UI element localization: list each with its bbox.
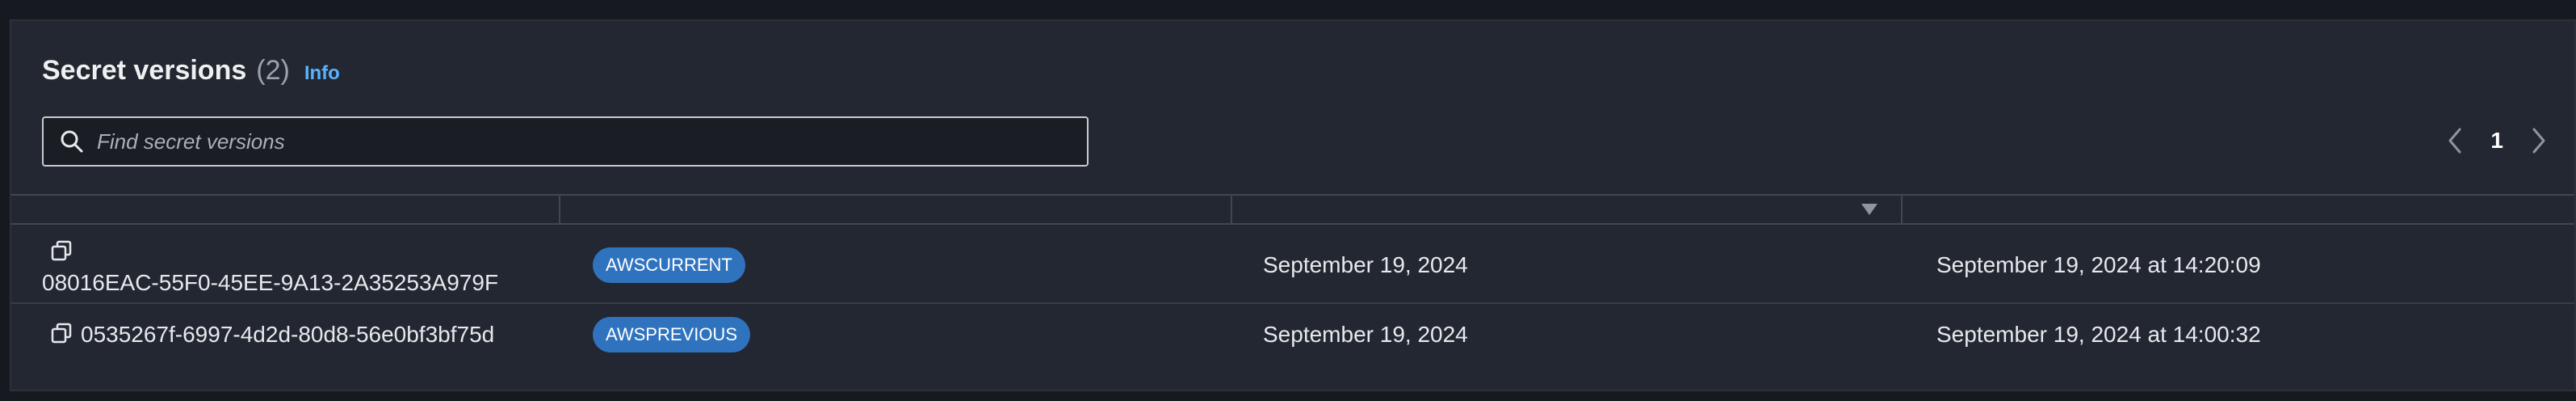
last-accessed: September 19, 2024 at 14:20:09 bbox=[1936, 252, 2261, 277]
column-divider[interactable] bbox=[1231, 196, 1232, 225]
table-row: 08016EAC-55F0-45EE-9A13-2A35253A979F AWS… bbox=[11, 225, 2574, 304]
secret-versions-panel: Secret versions (2) Info 1 bbox=[10, 19, 2576, 391]
sort-descending-icon[interactable] bbox=[1861, 202, 1878, 217]
version-count: (2) bbox=[256, 55, 290, 86]
copy-icon[interactable] bbox=[50, 322, 73, 344]
staging-label-badge: AWSPREVIOUS bbox=[593, 317, 750, 352]
search-input[interactable] bbox=[86, 117, 1087, 166]
version-date: September 19, 2024 bbox=[1263, 322, 1468, 347]
chevron-right-icon bbox=[2532, 128, 2545, 154]
version-id: 0535267f-6997-4d2d-80d8-56e0bf3bf75d bbox=[81, 322, 495, 347]
column-divider[interactable] bbox=[1901, 196, 1903, 225]
panel-title: Secret versions bbox=[42, 55, 247, 86]
version-id: 08016EAC-55F0-45EE-9A13-2A35253A979F bbox=[42, 270, 499, 295]
table-row: 0535267f-6997-4d2d-80d8-56e0bf3bf75d AWS… bbox=[11, 304, 2574, 382]
search-icon bbox=[58, 128, 86, 155]
copy-icon[interactable] bbox=[50, 239, 73, 262]
last-accessed: September 19, 2024 at 14:00:32 bbox=[1936, 322, 2261, 347]
column-divider[interactable] bbox=[559, 196, 560, 225]
staging-label-badge: AWSCURRENT bbox=[593, 247, 745, 283]
chevron-left-icon bbox=[2448, 128, 2461, 154]
version-date: September 19, 2024 bbox=[1263, 252, 1468, 277]
table-header bbox=[11, 194, 2574, 225]
panel-header: Secret versions (2) Info bbox=[42, 55, 340, 87]
search-box[interactable] bbox=[42, 116, 1089, 167]
pagination: 1 bbox=[2444, 125, 2550, 157]
current-page-number[interactable]: 1 bbox=[2490, 128, 2503, 154]
info-link[interactable]: Info bbox=[304, 62, 340, 85]
next-page-button[interactable] bbox=[2528, 125, 2550, 157]
previous-page-button[interactable] bbox=[2444, 125, 2466, 157]
